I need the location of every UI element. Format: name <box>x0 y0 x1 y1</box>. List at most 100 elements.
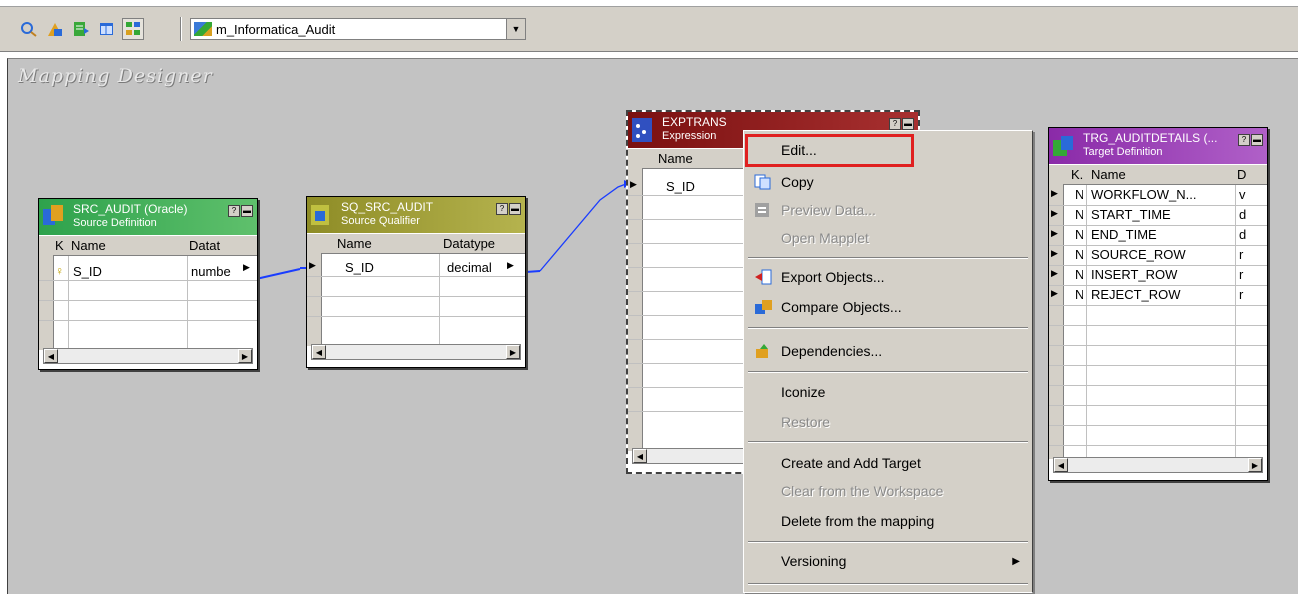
window-controls: ? ▬ <box>228 205 253 217</box>
menu-separator <box>748 583 1028 585</box>
port-key: N <box>1075 227 1083 242</box>
scroll-left-icon[interactable]: ◀ <box>312 345 326 359</box>
source-definition-src-audit[interactable]: SRC_AUDIT (Oracle) Source Definition ? ▬ … <box>38 198 258 370</box>
menu-item-versioning[interactable]: Versioning ▶ <box>746 547 1030 575</box>
copy-icon <box>754 174 774 190</box>
sq-src-audit-header[interactable]: SQ_SRC_AUDIT Source Qualifier ? ▬ <box>307 197 525 233</box>
col-header-name: Name <box>71 238 106 253</box>
col-header-key: K. <box>1071 167 1084 182</box>
src-audit-grid: K Name Datat ♀ S_ID numbe ▶ <box>39 236 257 350</box>
scroll-right-icon[interactable]: ▶ <box>1248 458 1262 472</box>
port-input-arrow-icon: ▶ <box>630 179 637 189</box>
port-datatype: r <box>1239 247 1244 262</box>
src-audit-title: SRC_AUDIT (Oracle) <box>73 202 188 216</box>
scroll-left-icon[interactable]: ◀ <box>633 449 647 463</box>
trg-auditdetails-header[interactable]: TRG_AUDITDETAILS (... Target Definition … <box>1049 128 1267 164</box>
grid-header: Name Datatype <box>321 234 525 254</box>
target-designer-icon[interactable] <box>44 18 66 40</box>
port-datatype: numbe <box>191 264 231 279</box>
grid-row-line <box>1049 445 1267 446</box>
scroll-left-icon[interactable]: ◀ <box>1054 458 1068 472</box>
horizontal-scrollbar[interactable]: ◀ ▶ <box>311 344 521 360</box>
menu-separator <box>748 441 1028 443</box>
menu-separator <box>748 371 1028 373</box>
trg-auditdetails-grid: K. Name D ▶ N WORKFLOW_N... v ▶ N START_TIME d ▶… <box>1049 165 1267 459</box>
source-analyzer-icon[interactable] <box>18 18 40 40</box>
src-audit-subtitle: Source Definition <box>73 217 157 229</box>
menu-item-dependencies[interactable]: Dependencies... <box>746 337 1030 365</box>
mapping-designer-icon[interactable] <box>122 18 144 40</box>
port-name[interactable]: WORKFLOW_N... <box>1091 187 1231 202</box>
target-definition-icon <box>1053 136 1073 156</box>
chevron-down-icon[interactable]: ▼ <box>506 19 525 39</box>
port-name[interactable]: REJECT_ROW <box>1091 287 1231 302</box>
scroll-right-icon[interactable]: ▶ <box>238 349 252 363</box>
window-controls: ? ▬ <box>889 118 914 130</box>
help-icon[interactable]: ? <box>889 118 901 130</box>
port-datatype: d <box>1239 207 1247 222</box>
minimize-icon[interactable]: ▬ <box>902 118 914 130</box>
port-name[interactable]: END_TIME <box>1091 227 1231 242</box>
col-header-name: Name <box>337 236 372 251</box>
scroll-left-icon[interactable]: ◀ <box>44 349 58 363</box>
grid-line <box>1235 185 1236 459</box>
help-icon[interactable]: ? <box>496 203 508 215</box>
grid-row-line <box>1049 425 1267 426</box>
mapping-icon <box>194 22 212 36</box>
menu-item-preview-data[interactable]: Preview Data... <box>746 196 1030 224</box>
menu-item-compare-objects[interactable]: Compare Objects... <box>746 293 1030 321</box>
help-icon[interactable]: ? <box>1238 134 1250 146</box>
minimize-icon[interactable]: ▬ <box>1251 134 1263 146</box>
transformation-developer-icon[interactable] <box>70 18 92 40</box>
help-icon[interactable]: ? <box>228 205 240 217</box>
menu-separator <box>748 541 1028 543</box>
menu-item-create-and-add-target[interactable]: Create and Add Target <box>746 449 1030 477</box>
mapplet-designer-icon[interactable] <box>96 18 118 40</box>
grid-row-line <box>1049 265 1267 266</box>
window-top-edge <box>0 0 1298 7</box>
minimize-icon[interactable]: ▬ <box>241 205 253 217</box>
primary-key-icon: ♀ <box>55 264 64 278</box>
source-qualifier-icon <box>311 205 329 225</box>
port-name[interactable]: S_ID <box>666 179 695 194</box>
menu-item-restore[interactable]: Restore <box>746 408 1030 436</box>
scroll-right-icon[interactable]: ▶ <box>506 345 520 359</box>
source-qualifier-sq-src-audit[interactable]: SQ_SRC_AUDIT Source Qualifier ? ▬ Name Da… <box>306 196 526 368</box>
grid-row-line <box>1049 245 1267 246</box>
grid-row-line <box>1049 305 1267 306</box>
grid-row-line <box>1049 205 1267 206</box>
mapping-selector-dropdown[interactable]: m_Informatica_Audit ▼ <box>190 18 526 40</box>
port-datatype: decimal <box>447 260 492 275</box>
port-name[interactable]: INSERT_ROW <box>1091 267 1231 282</box>
preview-data-icon <box>754 202 774 218</box>
menu-item-copy[interactable]: Copy <box>746 168 1030 196</box>
sq-src-audit-title: SQ_SRC_AUDIT <box>341 200 434 214</box>
grid-header: K Name Datat <box>53 236 257 256</box>
menu-item-iconize[interactable]: Iconize <box>746 378 1030 406</box>
port-name[interactable]: SOURCE_ROW <box>1091 247 1231 262</box>
port-key: N <box>1075 207 1083 222</box>
port-input-arrow-icon: ▶ <box>1051 228 1058 238</box>
menu-item-export-objects[interactable]: Export Objects... <box>746 263 1030 291</box>
menu-item-clear-from-workspace[interactable]: Clear from the Workspace <box>746 477 1030 505</box>
horizontal-scrollbar[interactable]: ◀ ▶ <box>43 348 253 364</box>
src-audit-header[interactable]: SRC_AUDIT (Oracle) Source Definition ? ▬ <box>39 199 257 235</box>
target-definition-trg-auditdetails[interactable]: TRG_AUDITDETAILS (... Target Definition … <box>1048 127 1268 481</box>
port-name[interactable]: START_TIME <box>1091 207 1231 222</box>
dependencies-icon <box>754 343 774 359</box>
grid-row-line <box>39 300 257 301</box>
port-name[interactable]: S_ID <box>345 260 374 275</box>
menu-item-open-mapplet[interactable]: Open Mapplet <box>746 224 1030 252</box>
exptrans-title: EXPTRANS <box>662 115 727 129</box>
grid-row-line <box>307 276 525 277</box>
grid-line <box>187 256 188 350</box>
port-key: N <box>1075 187 1083 202</box>
col-header-name: Name <box>658 151 693 166</box>
trg-auditdetails-subtitle: Target Definition <box>1083 146 1163 158</box>
port-name[interactable]: S_ID <box>73 264 102 279</box>
grid-header: K. Name D <box>1063 165 1267 185</box>
horizontal-scrollbar[interactable]: ◀ ▶ <box>1053 457 1263 473</box>
minimize-icon[interactable]: ▬ <box>509 203 521 215</box>
grid-row-line <box>39 320 257 321</box>
menu-item-delete-from-mapping[interactable]: Delete from the mapping <box>746 507 1030 535</box>
